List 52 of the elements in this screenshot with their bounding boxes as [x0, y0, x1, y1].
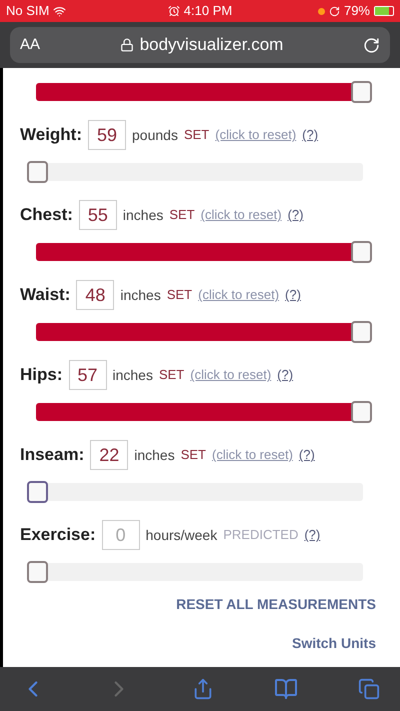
- measurement-label: Waist:: [20, 284, 70, 306]
- tabs-icon[interactable]: [358, 678, 380, 700]
- reload-icon[interactable]: [363, 36, 380, 54]
- unit-text: pounds: [132, 126, 178, 145]
- slider-thumb[interactable]: [351, 241, 372, 263]
- value-input[interactable]: 48: [76, 280, 114, 310]
- measurement-label: Inseam:: [20, 444, 84, 466]
- status-text: PREDICTED: [223, 526, 298, 544]
- measurement-label: Chest:: [20, 204, 73, 226]
- help-link[interactable]: (?): [302, 125, 318, 145]
- slider-thumb[interactable]: [351, 321, 372, 343]
- text-size-button[interactable]: AA: [20, 34, 60, 56]
- url-text: bodyvisualizer.com: [140, 34, 284, 56]
- unit-text: inches: [120, 286, 161, 304]
- battery-icon: [374, 6, 394, 16]
- status-text: SET: [158, 366, 184, 384]
- value-input[interactable]: 59: [88, 120, 126, 150]
- unit-text: inches: [134, 446, 175, 464]
- alarm-icon: [168, 5, 180, 17]
- battery-text: 79%: [344, 2, 370, 20]
- status-text: SET: [169, 206, 195, 224]
- measurement-label: Hips:: [20, 364, 62, 386]
- clock-text: 4:10 PM: [184, 2, 232, 20]
- address-bar[interactable]: AA bodyvisualizer.com: [10, 27, 390, 63]
- slider-thumb[interactable]: [27, 561, 48, 583]
- help-link[interactable]: (?): [288, 205, 304, 225]
- status-text: SET: [180, 446, 206, 464]
- help-link[interactable]: (?): [285, 285, 301, 305]
- bookmarks-icon[interactable]: [274, 677, 298, 701]
- slider-thumb[interactable]: [27, 161, 48, 183]
- status-text: SET: [166, 286, 192, 304]
- value-input[interactable]: 55: [78, 200, 117, 230]
- wifi-icon: [53, 4, 66, 18]
- measurement-label: Exercise:: [20, 524, 96, 546]
- carrier-text: No SIM: [6, 2, 50, 20]
- measurement-label: Weight:: [20, 124, 82, 146]
- status-text: SET: [184, 126, 210, 144]
- slider-thumb[interactable]: [27, 481, 48, 503]
- slider-thumb[interactable]: [351, 81, 372, 103]
- switch-units-link[interactable]: Switch Units: [292, 633, 376, 654]
- unit-text: hours/week: [146, 526, 218, 544]
- lock-icon: [120, 38, 134, 52]
- slider-thumb[interactable]: [351, 401, 372, 423]
- unit-text: inches: [122, 206, 164, 224]
- value-input[interactable]: 57: [68, 360, 106, 390]
- share-icon[interactable]: [192, 678, 214, 700]
- help-link[interactable]: (?): [298, 445, 315, 465]
- help-link[interactable]: (?): [277, 365, 294, 385]
- unit-text: inches: [112, 366, 153, 384]
- value-input[interactable]: 22: [90, 440, 128, 470]
- reset-all-link[interactable]: RESET ALL MEASUREMENTS: [176, 594, 376, 615]
- help-link[interactable]: (?): [304, 525, 320, 545]
